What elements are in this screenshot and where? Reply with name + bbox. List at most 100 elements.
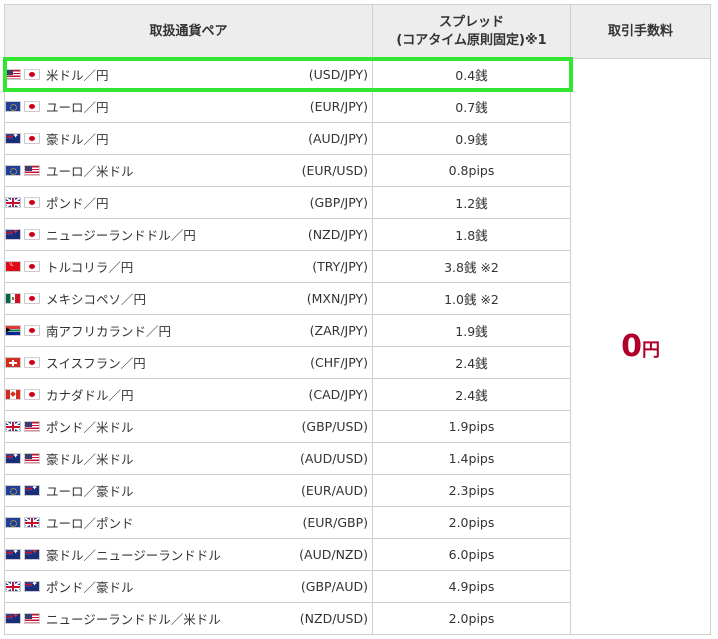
fee-unit: 円 bbox=[641, 340, 660, 361]
japan-flag-icon bbox=[24, 197, 40, 208]
japan-flag-icon bbox=[24, 133, 40, 144]
spread-cell: 3.8銭 ※2 bbox=[372, 250, 571, 283]
new-zealand-flag-icon bbox=[24, 549, 40, 560]
japan-flag-icon bbox=[24, 357, 40, 368]
spread-cell: 1.2銭 bbox=[372, 186, 571, 219]
spread-cell: 6.0pips bbox=[372, 538, 571, 571]
page: 取扱通貨ペア スプレッド (コアタイム原則固定)※1 取引手数料 米ドル／円 (U… bbox=[0, 0, 718, 639]
pair-code: (AUD/NZD) bbox=[299, 547, 368, 562]
spread-cell: 1.4pips bbox=[372, 442, 571, 475]
pair-cell: トルコリラ／円 (TRY/JPY) bbox=[4, 250, 373, 283]
japan-flag-icon bbox=[24, 69, 40, 80]
header-spread: スプレッド (コアタイム原則固定)※1 bbox=[372, 4, 571, 59]
eu-flag-icon bbox=[5, 101, 21, 112]
pair-name: ユーロ／円 bbox=[46, 100, 109, 115]
uk-flag-icon bbox=[5, 197, 21, 208]
uk-flag-icon bbox=[5, 581, 21, 592]
spread-cell: 1.0銭 ※2 bbox=[372, 282, 571, 315]
new-zealand-flag-icon bbox=[5, 229, 21, 240]
pair-cell: ニュージーランドドル／円 (NZD/JPY) bbox=[4, 218, 373, 251]
pair-code: (EUR/GBP) bbox=[302, 515, 369, 530]
eu-flag-icon bbox=[5, 517, 21, 528]
pair-cell: ポンド／豪ドル (GBP/AUD) bbox=[4, 570, 373, 603]
us-flag-icon bbox=[24, 165, 40, 176]
pair-name: 米ドル／円 bbox=[46, 68, 109, 83]
table-row: 米ドル／円 (USD/JPY) 0.4銭 0円 bbox=[4, 58, 711, 635]
pair-code: (AUD/JPY) bbox=[308, 131, 368, 146]
australia-flag-icon bbox=[24, 485, 40, 496]
australia-flag-icon bbox=[5, 453, 21, 464]
spread-cell: 0.4銭 bbox=[372, 58, 571, 91]
pair-cell: ポンド／米ドル (GBP/USD) bbox=[4, 410, 373, 443]
pair-cell: 豪ドル／米ドル (AUD/USD) bbox=[4, 442, 373, 475]
spread-cell: 1.9pips bbox=[372, 410, 571, 443]
japan-flag-icon bbox=[24, 325, 40, 336]
switzerland-flag-icon bbox=[5, 357, 21, 368]
pair-code: (MXN/JPY) bbox=[306, 291, 368, 306]
pair-code: (NZD/JPY) bbox=[307, 227, 368, 242]
uk-flag-icon bbox=[24, 517, 40, 528]
pair-code: (EUR/USD) bbox=[301, 163, 368, 178]
eu-flag-icon bbox=[5, 485, 21, 496]
pair-name: トルコリラ／円 bbox=[46, 260, 134, 275]
japan-flag-icon bbox=[24, 261, 40, 272]
pair-code: (TRY/JPY) bbox=[312, 259, 368, 274]
pair-name: ニュージーランドドル／円 bbox=[46, 228, 196, 243]
table-header-row: 取扱通貨ペア スプレッド (コアタイム原則固定)※1 取引手数料 bbox=[4, 4, 711, 59]
australia-flag-icon bbox=[24, 581, 40, 592]
pair-name: ユーロ／米ドル bbox=[46, 164, 134, 179]
pair-cell: ユーロ／米ドル (EUR/USD) bbox=[4, 154, 373, 187]
pair-code: (GBP/AUD) bbox=[300, 579, 368, 594]
japan-flag-icon bbox=[24, 293, 40, 304]
australia-flag-icon bbox=[5, 549, 21, 560]
spread-cell: 1.8銭 bbox=[372, 218, 571, 251]
header-fee: 取引手数料 bbox=[570, 4, 711, 59]
japan-flag-icon bbox=[24, 101, 40, 112]
pair-name: ポンド／円 bbox=[46, 196, 109, 211]
pair-cell: ポンド／円 (GBP/JPY) bbox=[4, 186, 373, 219]
pair-name: ユーロ／ポンド bbox=[46, 516, 134, 531]
header-spread-line1: スプレッド bbox=[438, 14, 504, 30]
spread-cell: 2.0pips bbox=[372, 602, 571, 635]
us-flag-icon bbox=[24, 453, 40, 464]
japan-flag-icon bbox=[24, 389, 40, 400]
pair-code: (AUD/USD) bbox=[300, 451, 368, 466]
pair-code: (NZD/USD) bbox=[299, 611, 368, 626]
pair-cell: ユーロ／ポンド (EUR/GBP) bbox=[4, 506, 373, 539]
us-flag-icon bbox=[5, 69, 21, 80]
spread-cell: 1.9銭 bbox=[372, 314, 571, 347]
pair-name: 南アフリカランド／円 bbox=[46, 324, 172, 339]
pair-name: ユーロ／豪ドル bbox=[46, 484, 134, 499]
spread-cell: 0.8pips bbox=[372, 154, 571, 187]
pair-code: (GBP/JPY) bbox=[309, 195, 368, 210]
currency-pair-table: 取扱通貨ペア スプレッド (コアタイム原則固定)※1 取引手数料 米ドル／円 (U… bbox=[4, 4, 711, 635]
pair-cell: ユーロ／豪ドル (EUR/AUD) bbox=[4, 474, 373, 507]
pair-name: ポンド／豪ドル bbox=[46, 580, 134, 595]
australia-flag-icon bbox=[5, 133, 21, 144]
pair-code: (CAD/JPY) bbox=[308, 387, 368, 402]
pair-name: スイスフラン／円 bbox=[46, 356, 146, 371]
fee-value: 0 bbox=[621, 329, 642, 364]
pair-name: 豪ドル／ニュージーランドドル bbox=[46, 548, 221, 563]
spread-cell: 2.4銭 bbox=[372, 378, 571, 411]
pair-cell: 南アフリカランド／円 (ZAR/JPY) bbox=[4, 314, 373, 347]
pair-cell: 米ドル／円 (USD/JPY) bbox=[4, 58, 373, 91]
spread-cell: 0.7銭 bbox=[372, 90, 571, 123]
pair-code: (EUR/JPY) bbox=[309, 99, 368, 114]
pair-name: ポンド／米ドル bbox=[46, 420, 134, 435]
pair-code: (ZAR/JPY) bbox=[309, 323, 368, 338]
japan-flag-icon bbox=[24, 229, 40, 240]
canada-flag-icon bbox=[5, 389, 21, 400]
pair-name: メキシコペソ／円 bbox=[46, 292, 147, 307]
uk-flag-icon bbox=[5, 421, 21, 432]
table-body: 米ドル／円(USD/JPY)0.4銭0円ユーロ／円(EUR/JPY)0.7銭豪ド… bbox=[4, 58, 711, 635]
us-flag-icon bbox=[24, 421, 40, 432]
pair-cell: ユーロ／円 (EUR/JPY) bbox=[4, 90, 373, 123]
pair-cell: 豪ドル／円 (AUD/JPY) bbox=[4, 122, 373, 155]
header-spread-line2: (コアタイム原則固定)※1 bbox=[396, 32, 547, 48]
pair-cell: カナダドル／円 (CAD/JPY) bbox=[4, 378, 373, 411]
pair-code: (CHF/JPY) bbox=[310, 355, 368, 370]
pair-name: 豪ドル／円 bbox=[46, 132, 109, 147]
us-flag-icon bbox=[24, 613, 40, 624]
south-africa-flag-icon bbox=[5, 325, 21, 336]
